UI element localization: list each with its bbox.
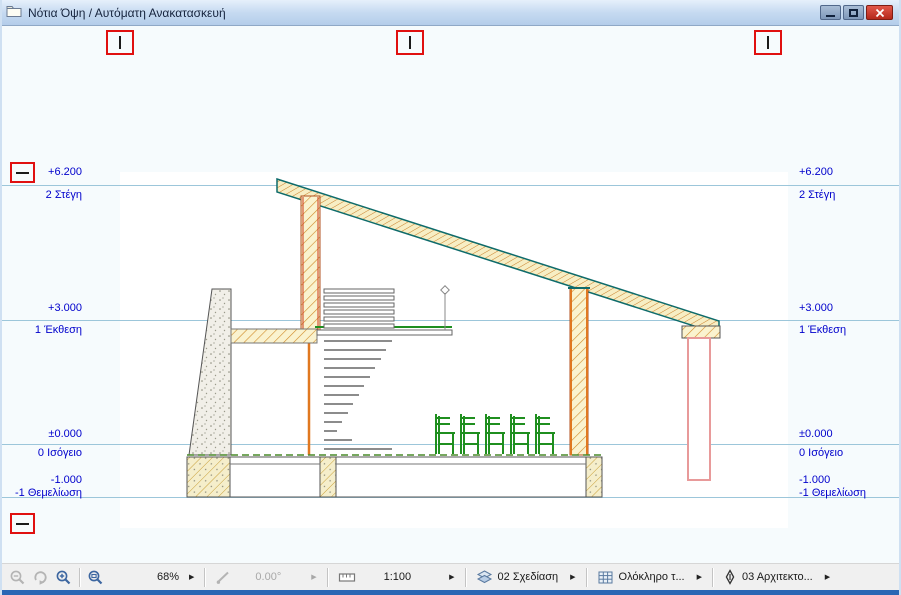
level-elevation-label: -1.000 — [799, 474, 830, 486]
vertical-mark-icon — [119, 36, 121, 49]
vertical-mark-icon — [767, 36, 769, 49]
window-resize-edge[interactable] — [2, 590, 899, 595]
bottom-toolbar: 68% ▶ 0.00° ▶ 1:100 ▶ 02 Σχεδίαση ▶ Ολόκ… — [2, 563, 899, 590]
vertical-mark-icon — [409, 36, 411, 49]
close-icon — [874, 8, 886, 18]
minimize-button[interactable] — [820, 5, 841, 20]
titlebar[interactable]: Νότια Όψη / Αυτόματη Ανακατασκευή — [2, 0, 899, 26]
rebuild-button[interactable] — [29, 566, 52, 589]
magnifier-minus-icon — [9, 569, 26, 586]
foundation — [187, 455, 602, 497]
level-elevation-label: ±0.000 — [2, 428, 82, 440]
chevron-right-icon: ▶ — [311, 574, 316, 581]
scale-dropdown[interactable]: 1:100 ▶ — [332, 566, 461, 589]
zoom-percent-value: 68% — [157, 571, 179, 583]
level-name-label: 0 Ισόγειο — [799, 447, 843, 459]
chevron-right-icon: ▶ — [449, 574, 454, 581]
chairs — [435, 414, 555, 454]
layers-icon — [476, 569, 493, 585]
pen-set-dropdown[interactable]: 03 Αρχιτεκτο... ▶ — [717, 566, 836, 589]
toolbar-separator — [712, 568, 713, 587]
toolbar-separator — [465, 568, 466, 587]
pen-set-value: 03 Αρχιτεκτο... — [742, 571, 813, 583]
horizontal-mark-icon — [16, 172, 29, 174]
level-elevation-label: ±0.000 — [799, 428, 833, 440]
structure-display-dropdown[interactable]: Ολόκληρο τ... ▶ — [591, 566, 708, 589]
magnifier-fit-icon — [87, 569, 104, 586]
marker-handle-top-3[interactable] — [754, 30, 782, 55]
level-elevation-label: +3.000 — [2, 302, 82, 314]
window-title: Νότια Όψη / Αυτόματη Ανακατασκευή — [28, 6, 820, 20]
toolbar-separator — [327, 568, 328, 587]
zoom-previous-button[interactable] — [6, 566, 29, 589]
staircase — [324, 341, 392, 449]
layer-combination-dropdown[interactable]: 02 Σχεδίαση ▶ — [470, 566, 582, 589]
fit-in-window-button[interactable] — [84, 566, 107, 589]
toolbar-separator — [586, 568, 587, 587]
structure-display-value: Ολόκληρο τ... — [619, 571, 685, 583]
drawing-canvas[interactable]: +6.200 2 Στέγη +3.000 1 Έκθεση ±0.000 0 … — [2, 26, 899, 563]
stacked-boards — [324, 289, 394, 328]
elevation-drawing — [2, 26, 899, 563]
window-controls — [820, 5, 895, 20]
pen-nib-icon — [723, 569, 737, 585]
marker-handle-left-2[interactable] — [10, 513, 35, 534]
level-name-label: 0 Ισόγειο — [2, 447, 82, 459]
folder-icon — [6, 4, 22, 22]
level-name-label: 1 Έκθεση — [2, 324, 82, 336]
grid-icon — [597, 569, 614, 585]
marker-handle-top-2[interactable] — [396, 30, 424, 55]
layer-combination-value: 02 Σχεδίαση — [498, 571, 559, 583]
level-name-label: 2 Στέγη — [2, 189, 82, 201]
scale-value: 1:100 — [384, 571, 412, 583]
maximize-icon — [849, 9, 858, 17]
elevation-window: Νότια Όψη / Αυτόματη Ανακατασκευή — [0, 0, 901, 595]
level-name-label: -1 Θεμελίωση — [799, 487, 866, 499]
right-wall — [568, 288, 590, 455]
level-elevation-label: -1.000 — [2, 474, 82, 486]
magnifier-plus-icon — [55, 569, 72, 586]
chevron-right-icon: ▶ — [570, 574, 575, 581]
marker-handle-left-1[interactable] — [10, 162, 35, 183]
zoom-in-button[interactable] — [52, 566, 75, 589]
chevron-right-icon: ▶ — [189, 574, 194, 581]
level-elevation-label: +6.200 — [799, 166, 833, 178]
chevron-right-icon: ▶ — [825, 574, 830, 581]
porch-column — [682, 326, 720, 480]
pendant-fixture — [441, 286, 449, 330]
left-wall — [301, 196, 320, 455]
rotation-value: 0.00° — [255, 571, 281, 583]
level-elevation-label: +3.000 — [799, 302, 833, 314]
retaining-wall — [189, 289, 231, 455]
minimize-icon — [826, 15, 835, 17]
horizontal-mark-icon — [16, 523, 29, 525]
level-name-label: 2 Στέγη — [799, 189, 835, 201]
chevron-right-icon: ▶ — [697, 574, 702, 581]
redo-arrow-icon — [32, 569, 49, 586]
toolbar-separator — [79, 568, 80, 587]
level-name-label: -1 Θεμελίωση — [2, 487, 82, 499]
close-button[interactable] — [866, 5, 893, 20]
level-name-label: 1 Έκθεση — [799, 324, 846, 336]
zoom-percent-dropdown[interactable]: 68% ▶ — [151, 566, 200, 589]
rotation-dropdown[interactable]: 0.00° ▶ — [209, 566, 322, 589]
rotate-orientation-icon — [215, 569, 231, 585]
toolbar-separator — [204, 568, 205, 587]
ruler-icon — [338, 569, 356, 585]
maximize-button[interactable] — [843, 5, 864, 20]
marker-handle-top-1[interactable] — [106, 30, 134, 55]
